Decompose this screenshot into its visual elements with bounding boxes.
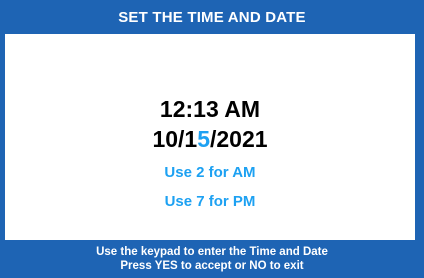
instruction-line-keypad: Use the keypad to enter the Time and Dat… (96, 246, 328, 258)
date-prefix: 10/1 (152, 126, 198, 152)
set-time-date-screen: SET THE TIME AND DATE 12:13 AM 10/15/202… (0, 0, 424, 278)
am-hint: Use 2 for AM (164, 164, 256, 181)
date-suffix: /2021 (210, 126, 268, 152)
date-field[interactable]: 10/15/2021 (5, 126, 415, 152)
instructions-footer: Use the keypad to enter the Time and Dat… (0, 240, 424, 278)
instruction-line-confirm: Press YES to accept or NO to exit (120, 260, 304, 272)
time-field[interactable]: 12:13 AM (5, 96, 415, 122)
date-cursor-digit: 5 (197, 126, 210, 152)
time-date-entry-area: 12:13 AM 10/15/2021 Use 2 for AM Use 7 f… (5, 34, 415, 240)
pm-hint: Use 7 for PM (164, 193, 256, 210)
screen-title: SET THE TIME AND DATE (118, 8, 306, 26)
